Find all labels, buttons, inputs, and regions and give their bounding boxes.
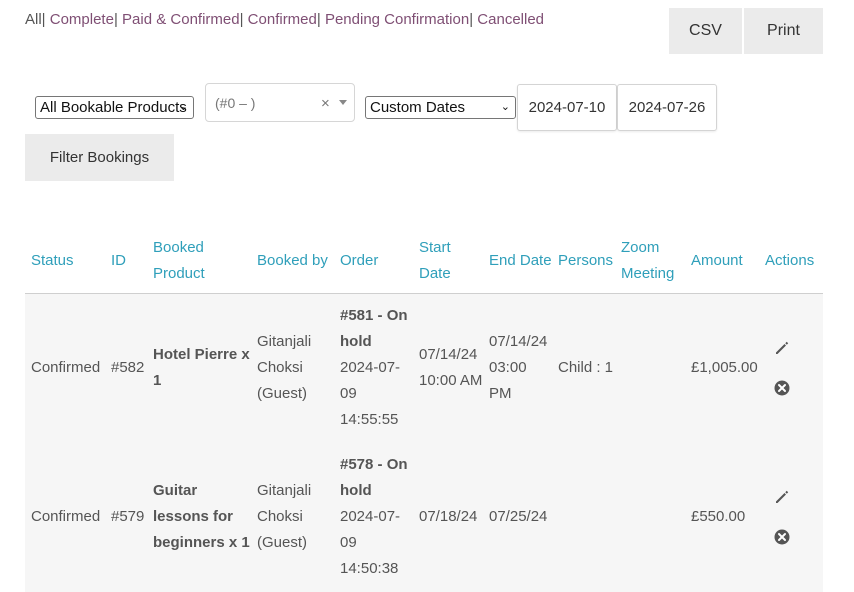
header-start-date[interactable]: Start Date <box>413 230 483 293</box>
status-link-complete[interactable]: Complete <box>50 11 114 28</box>
cell-order: #581 - On hold 2024-07-09 14:55:55 <box>334 293 413 442</box>
status-link-all[interactable]: All <box>25 11 42 28</box>
header-end-date[interactable]: End Date <box>483 230 552 293</box>
cell-start-date: 07/14/24 10:00 AM <box>419 345 483 389</box>
cell-booked-by: Gitanjali Choksi (Guest) <box>257 332 312 402</box>
table-header-row: Status ID Booked Product Booked by Order… <box>25 230 823 293</box>
cell-amount: £1,005.00 <box>691 358 758 376</box>
cell-actions <box>759 442 823 592</box>
pencil-icon[interactable] <box>773 339 791 357</box>
date-range-select[interactable]: Custom Dates ⌄ <box>365 96 516 119</box>
status-link-pending-confirmation[interactable]: Pending Confirmation <box>325 11 469 28</box>
separator: | <box>469 11 474 28</box>
cell-amount: £550.00 <box>691 508 746 525</box>
order-link[interactable]: #581 - On hold <box>340 303 413 355</box>
product-select[interactable]: All Bookable Products ⌄ <box>35 96 194 119</box>
status-link-confirmed[interactable]: Confirmed <box>248 11 317 28</box>
cell-persons: Child : 1 <box>558 358 614 376</box>
bookings-table: Status ID Booked Product Booked by Order… <box>25 230 823 592</box>
chevron-down-icon: ⌄ <box>178 101 188 113</box>
chevron-down-icon: ⌄ <box>500 101 510 113</box>
table-row: Confirmed #579 Guitar lessons for beginn… <box>25 442 823 592</box>
header-amount[interactable]: Amount <box>685 230 759 293</box>
separator: | <box>239 11 244 28</box>
filter-bookings-button[interactable]: Filter Bookings <box>25 134 174 181</box>
header-order[interactable]: Order <box>334 230 413 293</box>
resource-select[interactable]: (#0 – ) × <box>205 83 355 122</box>
header-persons[interactable]: Persons <box>552 230 615 293</box>
csv-button[interactable]: CSV <box>669 8 742 54</box>
print-button[interactable]: Print <box>744 8 823 54</box>
cell-status: Confirmed <box>31 508 101 525</box>
order-date: 2024-07-09 14:55:55 <box>340 358 401 428</box>
status-link-cancelled[interactable]: Cancelled <box>477 11 544 28</box>
cell-zoom <box>615 442 685 592</box>
header-booked-product[interactable]: Booked Product <box>147 230 251 293</box>
cell-status: Confirmed <box>31 358 101 376</box>
cell-product[interactable]: Hotel Pierre x 1 <box>147 293 251 442</box>
status-filter-links: All| Complete| Paid & Confirmed| Confirm… <box>25 10 544 30</box>
header-status[interactable]: Status <box>25 230 105 293</box>
cell-start-date: 07/18/24 <box>419 508 478 525</box>
cell-zoom <box>615 293 685 442</box>
product-select-value: All Bookable Products <box>40 99 187 116</box>
date-to-input[interactable]: 2024-07-26 <box>617 84 717 131</box>
cell-actions <box>759 293 823 442</box>
header-actions: Actions <box>765 252 815 270</box>
separator: | <box>41 11 46 28</box>
table-row: Confirmed #582 Hotel Pierre x 1 Gitanjal… <box>25 293 823 442</box>
cell-id: #579 <box>111 508 145 525</box>
clear-icon[interactable]: × <box>321 95 330 112</box>
cancel-circle-icon[interactable] <box>773 528 791 546</box>
cell-product[interactable]: Guitar lessons for beginners x 1 <box>147 442 251 592</box>
cell-order: #578 - On hold 2024-07-09 14:50:38 <box>334 442 413 592</box>
status-link-paid-confirmed[interactable]: Paid & Confirmed <box>122 11 240 28</box>
date-from-input[interactable]: 2024-07-10 <box>517 84 617 131</box>
cell-id: #582 <box>111 358 145 376</box>
cancel-circle-icon[interactable] <box>773 379 791 397</box>
separator: | <box>316 11 321 28</box>
dropdown-arrow-icon <box>339 100 347 105</box>
cell-persons <box>552 442 615 592</box>
cell-booked-by: Gitanjali Choksi (Guest) <box>257 482 312 551</box>
header-zoom-meeting[interactable]: Zoom Meeting <box>615 230 685 293</box>
order-link[interactable]: #578 - On hold <box>340 452 413 504</box>
date-range-select-value: Custom Dates <box>370 99 466 116</box>
pencil-icon[interactable] <box>773 488 791 506</box>
cell-end-date: 07/25/24 <box>489 508 548 525</box>
header-id[interactable]: ID <box>105 230 147 293</box>
order-date: 2024-07-09 14:50:38 <box>340 508 401 577</box>
bookings-page: All| Complete| Paid & Confirmed| Confirm… <box>0 0 854 592</box>
cell-end-date: 07/14/24 03:00 PM <box>489 332 548 402</box>
separator: | <box>113 11 118 28</box>
header-booked-by[interactable]: Booked by <box>251 230 334 293</box>
resource-select-value: (#0 – ) <box>215 95 256 111</box>
